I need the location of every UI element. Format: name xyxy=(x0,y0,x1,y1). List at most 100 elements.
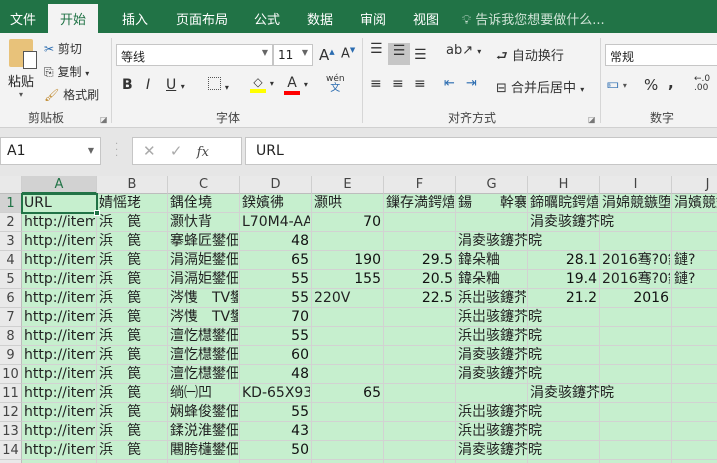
cell-A5[interactable] xyxy=(22,270,97,289)
cell-G13[interactable] xyxy=(456,422,528,441)
select-all-corner[interactable] xyxy=(0,176,22,194)
format-painter-button[interactable]: 🖌︎ 格式刷 xyxy=(44,86,99,103)
cell-I2[interactable] xyxy=(600,213,672,232)
currency-button[interactable]: 💵︎ ▾ xyxy=(607,77,627,92)
tab-2[interactable]: 插入 xyxy=(122,9,148,28)
cell-D14[interactable]: 50 xyxy=(240,441,312,460)
increase-font-button[interactable]: A▲ xyxy=(319,46,335,64)
cut-button[interactable]: ✂ 剪切 xyxy=(44,40,82,57)
tab-1[interactable]: 开始 xyxy=(48,4,99,33)
cell-A14[interactable] xyxy=(22,441,97,460)
align-top-button[interactable]: ☰ xyxy=(370,41,383,57)
cell-J13[interactable] xyxy=(672,422,717,441)
cell-B9[interactable] xyxy=(97,346,168,365)
cell-B3[interactable] xyxy=(97,232,168,251)
column-header-I[interactable]: I xyxy=(600,176,672,194)
align-center-button[interactable]: ≡ xyxy=(392,76,404,92)
cell-F1[interactable] xyxy=(384,194,456,213)
comma-button[interactable]: , xyxy=(668,74,674,92)
row-header[interactable]: 4 xyxy=(0,251,22,270)
cell-E6[interactable] xyxy=(312,289,384,308)
cell-E11[interactable]: 65 xyxy=(312,384,384,403)
cell-B10[interactable] xyxy=(97,365,168,384)
tab-5[interactable]: 数据 xyxy=(307,9,333,28)
column-header-A[interactable]: A xyxy=(22,176,97,194)
cell-F13[interactable] xyxy=(384,422,456,441)
cell-J10[interactable] xyxy=(672,365,717,384)
cell-G2[interactable] xyxy=(456,213,528,232)
cell-H13[interactable] xyxy=(528,422,600,441)
copy-button[interactable]: ⎘ 复制 ▾ xyxy=(44,63,89,80)
cell-D9[interactable]: 60 xyxy=(240,346,312,365)
cell-F9[interactable] xyxy=(384,346,456,365)
cell-I1[interactable] xyxy=(600,194,672,213)
row-header[interactable]: 7 xyxy=(0,308,22,327)
cell-F5[interactable]: 20.5 xyxy=(384,270,456,289)
cell-A13[interactable] xyxy=(22,422,97,441)
row-header[interactable]: 6 xyxy=(0,289,22,308)
cell-F10[interactable] xyxy=(384,365,456,384)
font-size-select[interactable]: 11 ▼ xyxy=(273,44,313,66)
cell-A11[interactable] xyxy=(22,384,97,403)
cell-C13[interactable] xyxy=(168,422,240,441)
cell-H6[interactable]: 21.2 xyxy=(528,289,600,308)
cell-J7[interactable] xyxy=(672,308,717,327)
orientation-button[interactable]: ab↗ ▾ xyxy=(446,43,481,58)
cell-G6[interactable] xyxy=(456,289,528,308)
cell-G12[interactable] xyxy=(456,403,528,422)
cell-D4[interactable]: 65 xyxy=(240,251,312,270)
increase-indent-button[interactable]: ⇥ xyxy=(466,76,477,91)
cell-D5[interactable]: 55 xyxy=(240,270,312,289)
cell-C12[interactable] xyxy=(168,403,240,422)
cell-I6[interactable]: 2016 xyxy=(600,289,672,308)
row-header[interactable]: 10 xyxy=(0,365,22,384)
cell-C14[interactable] xyxy=(168,441,240,460)
cell-E9[interactable] xyxy=(312,346,384,365)
cell-G4[interactable] xyxy=(456,251,528,270)
cell-C1[interactable] xyxy=(168,194,240,213)
cell-C6[interactable] xyxy=(168,289,240,308)
cell-D12[interactable]: 55 xyxy=(240,403,312,422)
cell-A8[interactable] xyxy=(22,327,97,346)
cell-J14[interactable] xyxy=(672,441,717,460)
cell-A9[interactable] xyxy=(22,346,97,365)
cell-A7[interactable] xyxy=(22,308,97,327)
cell-B6[interactable] xyxy=(97,289,168,308)
cell-E4[interactable]: 190 xyxy=(312,251,384,270)
column-header-C[interactable]: C xyxy=(168,176,240,194)
cell-I8[interactable] xyxy=(600,327,672,346)
cell-I4[interactable] xyxy=(600,251,672,270)
column-header-J[interactable]: J xyxy=(672,176,717,194)
tell-me-search[interactable]: 💡︎ 告诉我您想要做什么... xyxy=(462,9,605,28)
cell-D7[interactable]: 70 xyxy=(240,308,312,327)
cell-A6[interactable] xyxy=(22,289,97,308)
underline-button[interactable]: U ▾ xyxy=(166,77,185,93)
cell-C2[interactable] xyxy=(168,213,240,232)
cell-B14[interactable] xyxy=(97,441,168,460)
cell-H12[interactable] xyxy=(528,403,600,422)
dialog-launcher-icon[interactable]: ◪ xyxy=(100,115,108,124)
merge-center-button[interactable]: ⊟ 合并后居中 ▾ xyxy=(496,77,584,96)
row-header[interactable]: 12 xyxy=(0,403,22,422)
cell-G7[interactable] xyxy=(456,308,528,327)
cell-H11[interactable] xyxy=(528,384,600,403)
borders-button[interactable]: ▾ xyxy=(208,77,229,93)
cell-G5[interactable] xyxy=(456,270,528,289)
cell-A4[interactable] xyxy=(22,251,97,270)
cell-I5[interactable] xyxy=(600,270,672,289)
cell-I9[interactable] xyxy=(600,346,672,365)
cell-D6[interactable]: 55 xyxy=(240,289,312,308)
row-header[interactable]: 2 xyxy=(0,213,22,232)
cell-J8[interactable] xyxy=(672,327,717,346)
cell-B13[interactable] xyxy=(97,422,168,441)
row-header[interactable]: 9 xyxy=(0,346,22,365)
cell-H3[interactable] xyxy=(528,232,600,251)
phonetic-button[interactable]: wén 文 xyxy=(326,75,345,94)
cell-F6[interactable]: 22.5 xyxy=(384,289,456,308)
cell-F7[interactable] xyxy=(384,308,456,327)
align-middle-button[interactable]: ☰ xyxy=(388,43,410,65)
cell-I10[interactable] xyxy=(600,365,672,384)
cell-D1[interactable] xyxy=(240,194,312,213)
number-format-select[interactable]: 常规 xyxy=(605,44,717,66)
cell-G1[interactable] xyxy=(456,194,528,213)
